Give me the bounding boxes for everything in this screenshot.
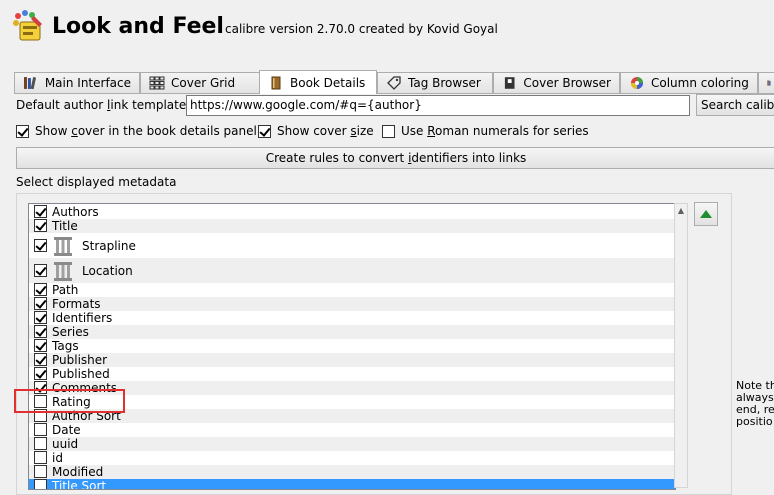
list-item[interactable]: Modified bbox=[29, 465, 675, 479]
tab-bar: Main Interface Cover Grid Book Details T… bbox=[14, 70, 774, 94]
metadata-checkbox[interactable] bbox=[34, 465, 47, 478]
metadata-label: Published bbox=[52, 367, 110, 381]
color-wheel-icon bbox=[631, 77, 643, 89]
list-item[interactable]: Series bbox=[29, 325, 675, 339]
author-link-label: Default author link template: bbox=[16, 98, 191, 112]
show-cover-size-checkbox[interactable] bbox=[258, 125, 271, 138]
metadata-label: Formats bbox=[52, 297, 101, 311]
rating-highlight-box bbox=[14, 389, 125, 413]
metadata-label: Authors bbox=[52, 205, 99, 219]
window-header: Look and Feel calibre version 2.70.0 cre… bbox=[0, 0, 774, 62]
roman-numerals-label: Use Roman numerals for series bbox=[401, 124, 589, 138]
metadata-checkbox[interactable] bbox=[34, 311, 47, 324]
cover-browser-icon bbox=[504, 77, 515, 89]
metadata-checkbox[interactable] bbox=[34, 283, 47, 296]
show-cover-label: Show cover in the book details panel bbox=[35, 124, 257, 138]
metadata-checkbox[interactable] bbox=[34, 353, 47, 366]
show-cover-checkbox[interactable] bbox=[16, 125, 29, 138]
tab-label: Cover Browser bbox=[523, 76, 611, 90]
metadata-label: Series bbox=[52, 325, 89, 339]
list-item[interactable]: Location bbox=[29, 258, 675, 283]
metadata-checkbox[interactable] bbox=[34, 451, 47, 464]
list-item[interactable]: Formats bbox=[29, 297, 675, 311]
grid-icon bbox=[149, 76, 165, 90]
column-icon bbox=[54, 237, 72, 256]
select-metadata-label: Select displayed metadata bbox=[16, 175, 177, 189]
tab-label: Cover Grid bbox=[171, 76, 236, 90]
metadata-checkbox[interactable] bbox=[34, 339, 47, 352]
metadata-label: Publisher bbox=[52, 353, 108, 367]
list-item[interactable]: Path bbox=[29, 283, 675, 297]
metadata-checkbox[interactable] bbox=[34, 423, 47, 436]
metadata-checkbox[interactable] bbox=[34, 437, 47, 450]
metadata-label: Title bbox=[52, 219, 78, 233]
tab-label: Main Interface bbox=[44, 76, 131, 90]
metadata-checkbox[interactable] bbox=[34, 367, 47, 380]
tab-cover-browser[interactable]: Cover Browser bbox=[493, 72, 620, 93]
metadata-label: Location bbox=[82, 263, 133, 278]
page-title: Look and Feel bbox=[52, 14, 224, 39]
metadata-label: Identifiers bbox=[52, 311, 113, 325]
metadata-label: Strapline bbox=[82, 238, 136, 253]
metadata-checkbox[interactable] bbox=[34, 205, 47, 218]
metadata-checkbox[interactable] bbox=[34, 263, 47, 277]
books-icon bbox=[23, 76, 37, 90]
tab-label: Tag Browser bbox=[408, 76, 481, 90]
note-line: positio bbox=[736, 415, 773, 428]
tag-icon bbox=[387, 76, 401, 90]
metadata-label: Modified bbox=[52, 465, 104, 479]
version-subtitle: calibre version 2.70.0 created by Kovid … bbox=[225, 22, 498, 36]
list-item[interactable]: Published bbox=[29, 367, 675, 381]
metadata-checkbox[interactable] bbox=[34, 297, 47, 310]
metadata-label: id bbox=[52, 451, 63, 465]
show-cover-size-label: Show cover size bbox=[277, 124, 374, 138]
list-item[interactable]: Date bbox=[29, 423, 675, 437]
tab-main-interface[interactable]: Main Interface bbox=[14, 72, 140, 93]
tab-label: Column coloring bbox=[651, 76, 749, 90]
list-item[interactable]: id bbox=[29, 451, 675, 465]
list-item[interactable]: Authors bbox=[29, 205, 675, 219]
list-item[interactable]: uuid bbox=[29, 437, 675, 451]
scroll-up-arrow-icon[interactable]: ▲ bbox=[675, 204, 687, 218]
column-icon bbox=[54, 262, 72, 281]
calibre-logo-icon bbox=[13, 10, 42, 41]
roman-numerals-checkbox[interactable] bbox=[382, 125, 395, 138]
search-calibre-button[interactable]: Search calibr bbox=[696, 94, 774, 116]
metadata-label: Path bbox=[52, 283, 79, 297]
tab-overflow[interactable] bbox=[758, 72, 774, 93]
tab-label: Book Details bbox=[290, 75, 366, 90]
list-item[interactable]: Publisher bbox=[29, 353, 675, 367]
list-item[interactable]: Rating bbox=[29, 395, 675, 409]
metadata-list-scrollbar[interactable]: ▲ bbox=[674, 203, 688, 488]
metadata-list[interactable]: Authors Title Strapline Location Path Fo… bbox=[28, 203, 676, 490]
list-item[interactable]: Author Sort bbox=[29, 409, 675, 423]
list-item[interactable]: Title bbox=[29, 219, 675, 233]
author-link-template-input[interactable]: https://www.google.com/#q={author} bbox=[186, 95, 690, 116]
tab-tag-browser[interactable]: Tag Browser bbox=[377, 72, 493, 93]
list-item[interactable]: Identifiers bbox=[29, 311, 675, 325]
tab-cover-grid[interactable]: Cover Grid bbox=[140, 72, 260, 93]
metadata-checkbox[interactable] bbox=[34, 238, 47, 252]
metadata-checkbox[interactable] bbox=[34, 325, 47, 338]
move-up-button[interactable] bbox=[694, 202, 718, 226]
list-item[interactable]: Comments bbox=[29, 381, 675, 395]
list-item[interactable]: Strapline bbox=[29, 233, 675, 258]
books-icon bbox=[767, 80, 771, 86]
ordering-note: Note th always end, re positio bbox=[736, 380, 774, 428]
metadata-label: Date bbox=[52, 423, 81, 437]
tab-column-coloring[interactable]: Column coloring bbox=[620, 72, 758, 93]
create-identifier-rules-button[interactable]: Create rules to convert identifiers into… bbox=[16, 147, 774, 169]
metadata-label: Tags bbox=[52, 339, 79, 353]
list-item[interactable]: Tags bbox=[29, 339, 675, 353]
metadata-label: uuid bbox=[52, 437, 79, 451]
metadata-checkbox[interactable] bbox=[34, 219, 47, 232]
book-icon bbox=[271, 76, 281, 89]
tab-book-details[interactable]: Book Details bbox=[259, 70, 377, 94]
